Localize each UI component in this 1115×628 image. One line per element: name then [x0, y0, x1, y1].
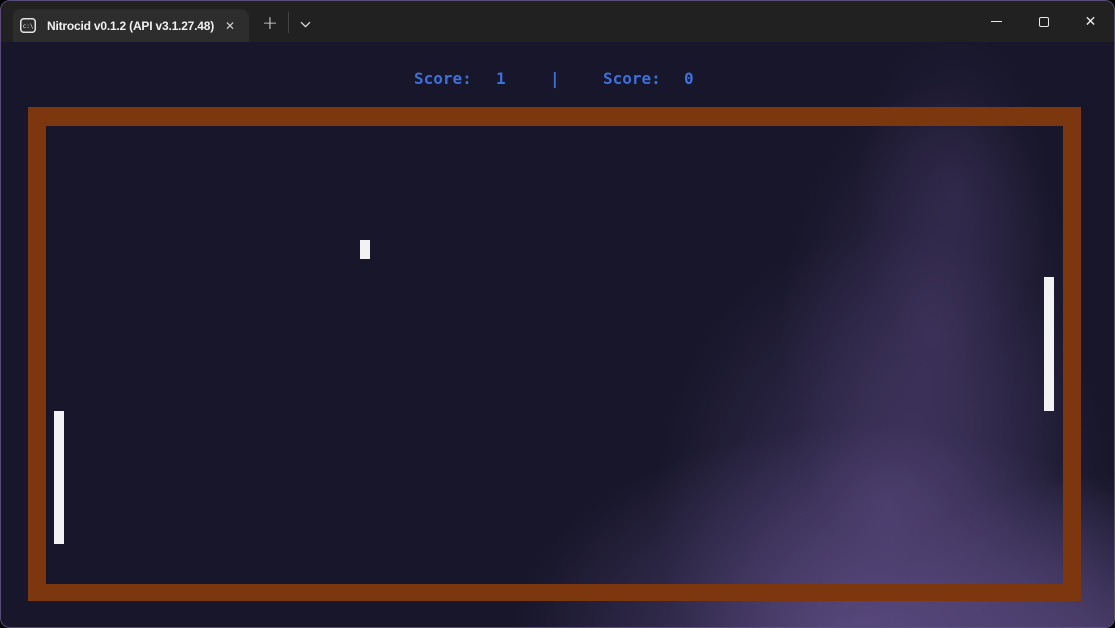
score-separator: | [550, 69, 560, 88]
maximize-icon [1039, 17, 1049, 27]
titlebar-divider [288, 12, 289, 33]
window-controls: ✕ [973, 1, 1114, 42]
score-right-label: Score: [603, 69, 661, 88]
terminal-screen[interactable]: Score: 1 | Score: 0 [1, 42, 1115, 628]
ball [360, 240, 370, 259]
tab-close-button[interactable]: ✕ [221, 18, 239, 34]
chevron-down-icon [300, 16, 311, 31]
tab-nitrocid[interactable]: c:\ Nitrocid v0.1.2 (API v3.1.27.48) ✕ [13, 9, 249, 42]
svg-text:c:\: c:\ [23, 23, 34, 30]
left-paddle [54, 411, 64, 544]
new-tab-button[interactable]: + [257, 9, 283, 37]
minimize-icon [991, 21, 1002, 22]
terminal-icon: c:\ [20, 18, 36, 33]
game-field-border [28, 107, 1081, 601]
terminal-window: c:\ Nitrocid v0.1.2 (API v3.1.27.48) ✕ +… [0, 0, 1115, 628]
tab-title: Nitrocid v0.1.2 (API v3.1.27.48) [47, 19, 215, 33]
minimize-button[interactable] [973, 1, 1020, 42]
maximize-button[interactable] [1020, 1, 1067, 42]
tab-dropdown-button[interactable] [293, 11, 317, 35]
score-left-value: 1 [496, 69, 506, 88]
close-button[interactable]: ✕ [1067, 1, 1114, 42]
titlebar: c:\ Nitrocid v0.1.2 (API v3.1.27.48) ✕ +… [1, 1, 1114, 42]
score-right-value: 0 [684, 69, 694, 88]
right-paddle [1044, 277, 1054, 411]
score-left-label: Score: [414, 69, 472, 88]
